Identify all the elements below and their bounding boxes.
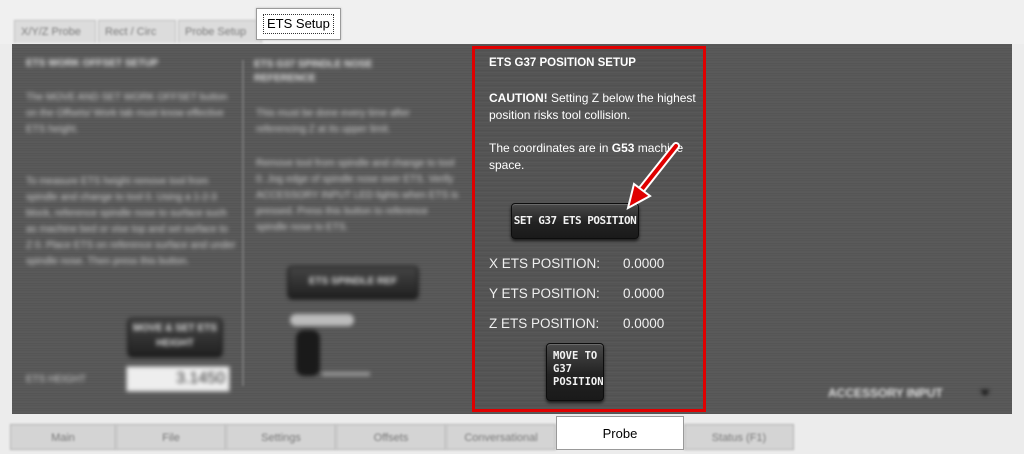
ets-device-cable	[322, 372, 370, 376]
coords-text: The coordinates are in	[489, 141, 612, 155]
tab-status[interactable]: Status (F1)	[684, 424, 794, 450]
sub-tab-strip: X/Y/Z Probe Rect / Circ Probe Setup ETS …	[14, 8, 341, 44]
tab-ets-setup-label: ETS Setup	[263, 14, 334, 34]
g37-title: ETS G37 POSITION SETUP	[489, 57, 636, 69]
tab-ets-setup[interactable]: ETS Setup	[256, 8, 341, 40]
accessory-input-label: ACCESSORY INPUT	[828, 386, 943, 400]
work-offset-title: ETS WORK OFFSET SETUP	[26, 58, 159, 69]
x-ets-position-value: 0.0000	[623, 256, 665, 271]
ets-spindle-ref-button[interactable]: ETS SPINDLE REF	[288, 266, 418, 298]
spindle-ref-instructions: Remove tool from spindle and change to t…	[256, 158, 459, 233]
g37-caution: CAUTION! Setting Z below the highest pos…	[489, 90, 699, 124]
bottom-tab-strip: Main File Settings Offsets Conversationa…	[10, 416, 794, 450]
column-divider	[242, 60, 244, 386]
move-button-line-1: MOVE TO	[553, 350, 598, 362]
spindle-ref-title: ETS G37 SPINDLE NOSE REFERENCE	[254, 59, 373, 84]
top-bar: X/Y/Z Probe Rect / Circ Probe Setup ETS …	[0, 0, 1024, 44]
z-ets-position-label: Z ETS POSITION:	[489, 316, 600, 331]
ets-height-field[interactable]: 3.1450	[126, 366, 230, 392]
caution-bold: CAUTION!	[489, 91, 548, 105]
ets-device-body	[296, 330, 320, 376]
tab-conversational[interactable]: Conversational	[446, 424, 556, 450]
z-ets-position-value: 0.0000	[623, 316, 665, 331]
tab-xyz-probe[interactable]: X/Y/Z Probe	[14, 20, 96, 43]
y-ets-position-value: 0.0000	[623, 286, 665, 301]
ets-device-top	[290, 314, 354, 326]
tab-file[interactable]: File	[116, 424, 226, 450]
work-offset-instructions: To measure ETS height remove tool from s…	[26, 176, 236, 267]
move-to-g37-position-button[interactable]: MOVE TO G37 POSITION	[546, 343, 604, 401]
ets-height-label: ETS HEIGHT	[26, 374, 87, 385]
work-offset-text: The MOVE AND SET WORK OFFSET button on t…	[26, 92, 228, 135]
tab-offsets[interactable]: Offsets	[336, 424, 446, 450]
tab-probe-setup[interactable]: Probe Setup	[178, 20, 262, 43]
spindle-ref-text: This must be done every time after refer…	[256, 108, 410, 135]
tab-settings[interactable]: Settings	[226, 424, 336, 450]
move-set-ets-height-button[interactable]: MOVE & SET ETS HEIGHT	[128, 318, 222, 356]
y-ets-position-label: Y ETS POSITION:	[489, 286, 600, 301]
tab-rect-circ[interactable]: Rect / Circ	[98, 20, 176, 43]
move-button-line-3: POSITION	[553, 376, 604, 388]
red-arrow-icon	[626, 142, 680, 210]
accessory-input-led-icon	[980, 390, 990, 396]
tab-probe[interactable]: Probe	[556, 416, 684, 450]
tab-main[interactable]: Main	[10, 424, 116, 450]
x-ets-position-label: X ETS POSITION:	[489, 256, 601, 271]
move-button-line-2: G37	[553, 363, 572, 375]
g37-position-setup-box: ETS G37 POSITION SETUP CAUTION! Setting …	[472, 46, 706, 412]
